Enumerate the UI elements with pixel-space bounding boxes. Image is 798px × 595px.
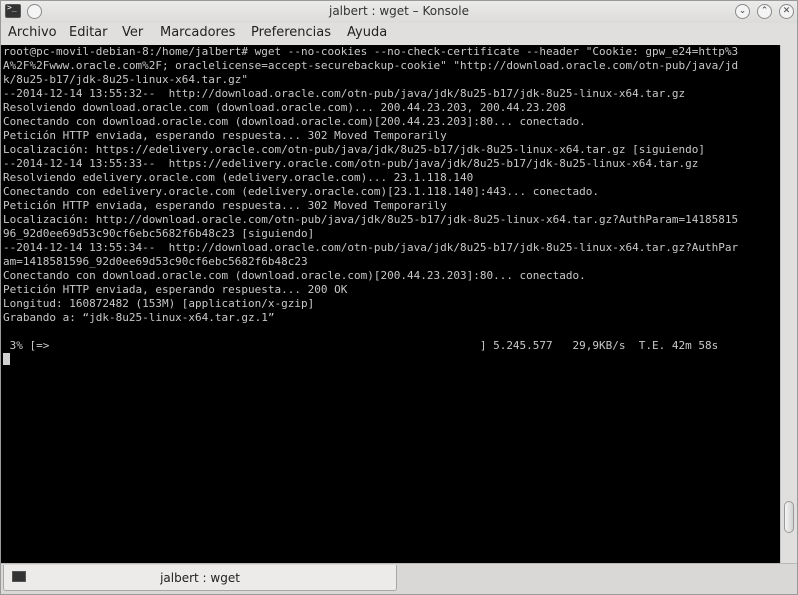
menu-ver[interactable]: Ver bbox=[122, 25, 143, 40]
terminal-line: Conectando con download.oracle.com (down… bbox=[3, 115, 586, 128]
terminal-line: Petición HTTP enviada, esperando respues… bbox=[3, 129, 447, 142]
menu-preferencias[interactable]: Preferencias bbox=[251, 25, 331, 40]
terminal-line: Resolviendo edelivery.oracle.com (edeliv… bbox=[3, 171, 474, 184]
terminal-scrollbar[interactable] bbox=[780, 45, 797, 563]
menu-archivo[interactable]: Archivo bbox=[8, 25, 57, 40]
menu-editar[interactable]: Editar bbox=[69, 25, 108, 40]
tab-bar: jalbert : wget bbox=[1, 563, 797, 594]
window-title: jalbert : wget – Konsole bbox=[328, 4, 469, 18]
terminal-line: Conectando con edelivery.oracle.com (ede… bbox=[3, 185, 600, 198]
terminal-line: k/8u25-b17/jdk-8u25-linux-x64.tar.gz" bbox=[3, 73, 249, 86]
terminal-line: root@pc-movil-debian-8:/home/jalbert# wg… bbox=[3, 45, 739, 58]
text-cursor bbox=[3, 353, 10, 365]
terminal-line: Petición HTTP enviada, esperando respues… bbox=[3, 283, 348, 296]
terminal-line: 96_92d0ee69d53c90cf6ebc5682f6b48c23 [sig… bbox=[3, 227, 315, 240]
tab-label: jalbert : wget bbox=[160, 571, 240, 585]
maximize-button[interactable]: ⌃ bbox=[757, 4, 772, 19]
terminal-line: --2014-12-14 13:55:32-- http://download.… bbox=[3, 87, 686, 100]
terminal-line: Resolviendo download.oracle.com (downloa… bbox=[3, 101, 566, 114]
menu-ayuda[interactable]: Ayuda bbox=[347, 25, 387, 40]
download-progress-line: 3% [=> ] 5.245.577 29,9KB/s T.E. 42m 58s bbox=[3, 339, 719, 352]
close-button[interactable]: ✕ bbox=[779, 4, 794, 19]
konsole-window: jalbert : wget – Konsole ⌄ ⌃ ✕ Archivo E… bbox=[0, 0, 798, 595]
terminal-line: Grabando a: “jdk-8u25-linux-x64.tar.gz.1… bbox=[3, 311, 275, 324]
terminal-line: --2014-12-14 13:55:34-- http://download.… bbox=[3, 241, 739, 254]
terminal-line: am=1418581596_92d0ee69d53c90cf6ebc5682f6… bbox=[3, 255, 308, 268]
menu-marcadores[interactable]: Marcadores bbox=[160, 25, 235, 40]
terminal-line: Conectando con download.oracle.com (down… bbox=[3, 269, 586, 282]
terminal-line: --2014-12-14 13:55:33-- https://edeliver… bbox=[3, 157, 699, 170]
terminal-line: Localización: http://download.oracle.com… bbox=[3, 213, 739, 226]
tab-jalbert-wget[interactable]: jalbert : wget bbox=[3, 565, 397, 591]
terminal-output[interactable]: root@pc-movil-debian-8:/home/jalbert# wg… bbox=[1, 45, 780, 563]
title-bar[interactable]: jalbert : wget – Konsole ⌄ ⌃ ✕ bbox=[1, 1, 797, 24]
terminal-line: Petición HTTP enviada, esperando respues… bbox=[3, 199, 447, 212]
menu-bar: Archivo Editar Ver Marcadores Preferenci… bbox=[1, 23, 797, 45]
terminal-line: Longitud: 160872482 (153M) [application/… bbox=[3, 297, 315, 310]
scrollbar-thumb[interactable] bbox=[784, 501, 794, 533]
minimize-button[interactable]: ⌄ bbox=[735, 4, 750, 19]
terminal-line: Localización: https://edelivery.oracle.c… bbox=[3, 143, 705, 156]
terminal-line: A%2F%2Fwww.oracle.com%2F; oraclelicense=… bbox=[3, 59, 739, 72]
